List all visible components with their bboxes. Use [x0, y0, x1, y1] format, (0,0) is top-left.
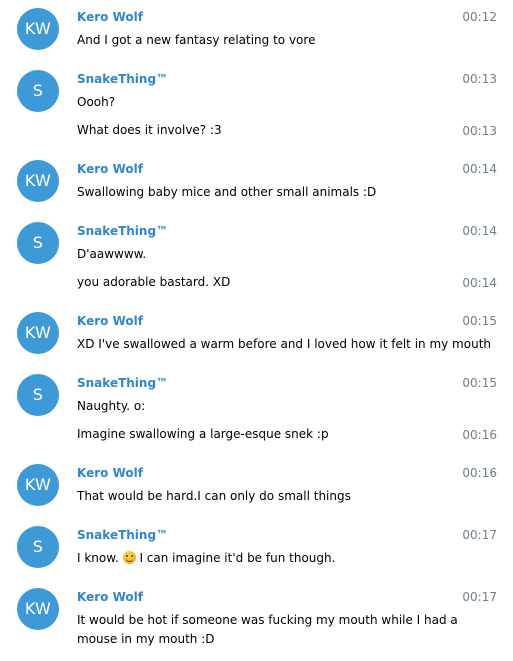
message-time: 00:13 [462, 72, 497, 86]
message-time: 00:17 [462, 528, 497, 542]
sender-name[interactable]: SnakeThing™ [77, 375, 168, 391]
message-text-part: I know. [77, 551, 119, 565]
message-time: 00:17 [462, 590, 497, 604]
sender-name[interactable]: Kero Wolf [77, 9, 143, 25]
sender-name[interactable]: Kero Wolf [77, 313, 143, 329]
message-time: 00:15 [462, 376, 497, 390]
avatar[interactable]: S [17, 222, 59, 264]
avatar[interactable]: KW [17, 8, 59, 50]
message-time: 00:15 [462, 314, 497, 328]
message-text: XD I've swallowed a warm before and I lo… [77, 337, 491, 351]
message-time: 00:14 [462, 162, 497, 176]
message-text: Swallowing baby mice and other small ani… [77, 185, 377, 199]
message-text: Oooh? [77, 95, 116, 109]
avatar[interactable]: S [17, 526, 59, 568]
avatar[interactable]: KW [17, 160, 59, 202]
message-text: And I got a new fantasy relating to vore [77, 33, 316, 47]
message-text: you adorable bastard. XD [77, 275, 231, 289]
sender-name[interactable]: SnakeThing™ [77, 527, 168, 543]
message-time: 00:12 [462, 10, 497, 24]
message-text: Naughty. o: [77, 399, 146, 413]
message-time: 00:16 [462, 466, 497, 480]
chat-history: KW Kero Wolf 00:12 And I got a new fanta… [0, 0, 513, 661]
message-text: I know. I can imagine it'd be fun though… [77, 549, 497, 568]
message-text: It would be hot if someone was fucking m… [77, 613, 458, 646]
message-text-part: I can imagine it'd be fun though. [139, 551, 336, 565]
sender-name[interactable]: SnakeThing™ [77, 223, 168, 239]
sender-name[interactable]: Kero Wolf [77, 161, 143, 177]
message-text: D'aawwww. [77, 247, 147, 261]
sender-name[interactable]: SnakeThing™ [77, 71, 168, 87]
avatar[interactable]: KW [17, 312, 59, 354]
message-text: Imagine swallowing a large-esque snek :p [77, 427, 329, 441]
message-text: What does it involve? :3 [77, 123, 222, 137]
avatar[interactable]: S [17, 70, 59, 112]
message-time: 00:14 [462, 224, 497, 238]
sender-name[interactable]: Kero Wolf [77, 465, 143, 481]
avatar[interactable]: KW [17, 588, 59, 630]
message-text: That would be hard.I can only do small t… [77, 489, 351, 503]
sender-name[interactable]: Kero Wolf [77, 589, 143, 605]
avatar[interactable]: S [17, 374, 59, 416]
smile-emoji-icon [122, 551, 136, 564]
avatar[interactable]: KW [17, 464, 59, 506]
